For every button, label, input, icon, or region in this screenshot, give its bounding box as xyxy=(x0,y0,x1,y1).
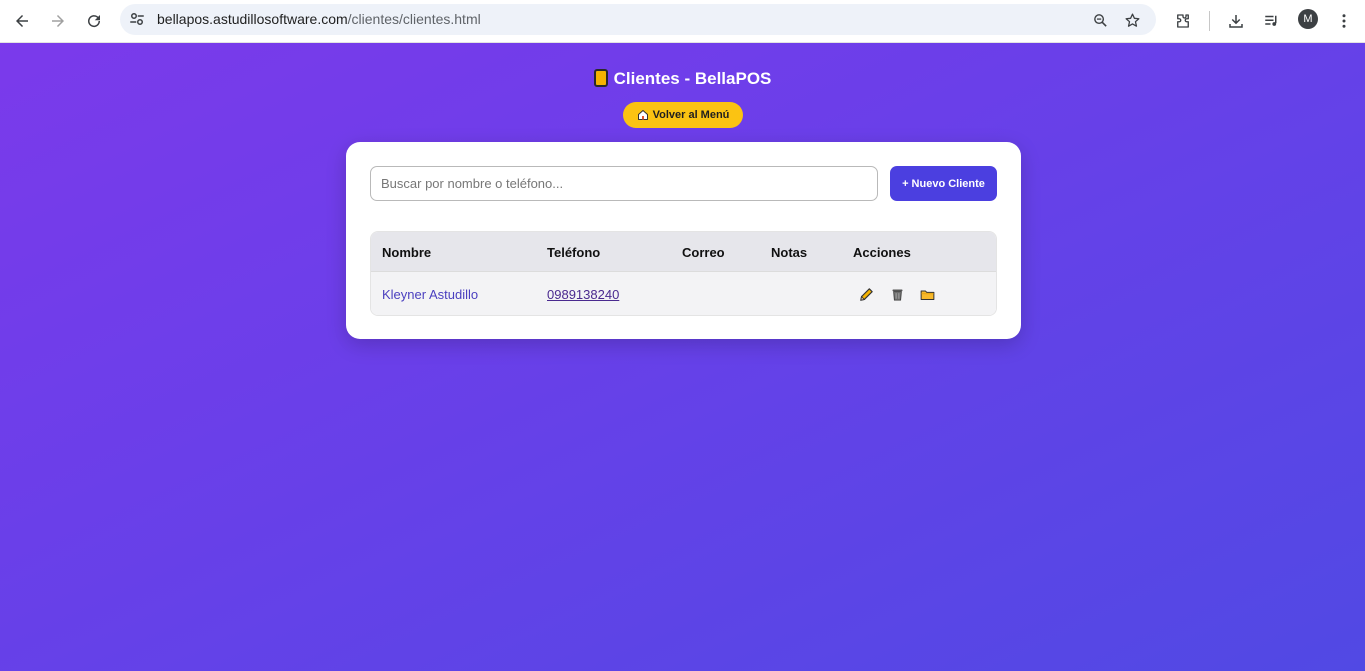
download-icon xyxy=(1229,15,1243,28)
trash-icon xyxy=(892,289,902,301)
clients-card: + Nuevo Cliente Nombre Teléfono Correo N… xyxy=(346,142,1021,339)
header-acciones: Acciones xyxy=(853,245,911,260)
browser-toolbar: bellapos.astudillosoftware.com/clientes/… xyxy=(0,0,1365,43)
header-telefono: Teléfono xyxy=(547,245,601,260)
client-folder-button[interactable] xyxy=(917,284,937,304)
clients-table: Nombre Teléfono Correo Notas Acciones Kl… xyxy=(370,231,997,316)
url-host: bellapos.astudillosoftware.com xyxy=(157,11,348,27)
header-nombre: Nombre xyxy=(382,245,432,260)
downloads-button[interactable] xyxy=(1223,8,1249,34)
star-icon xyxy=(1124,12,1140,27)
page-background: Clientes - BellaPOS Volver al Menú + Nue… xyxy=(0,43,1365,671)
forward-button[interactable] xyxy=(45,8,71,34)
table-header: Nombre Teléfono Correo Notas Acciones xyxy=(371,232,996,271)
extensions-icon xyxy=(1177,14,1189,28)
bookmark-button[interactable] xyxy=(1122,10,1142,30)
reload-button[interactable] xyxy=(81,8,107,34)
home-icon xyxy=(637,110,648,120)
folder-icon xyxy=(920,289,934,300)
extensions-button[interactable] xyxy=(1170,8,1196,34)
more-icon xyxy=(1342,14,1346,28)
address-bar[interactable]: bellapos.astudillosoftware.com/clientes/… xyxy=(120,4,1156,35)
search-input[interactable] xyxy=(370,166,878,201)
new-client-button[interactable]: + Nuevo Cliente xyxy=(890,166,997,201)
zoom-button[interactable] xyxy=(1090,10,1110,30)
url-text[interactable]: bellapos.astudillosoftware.com/clientes/… xyxy=(157,11,481,27)
page-title-text: Clientes - BellaPOS xyxy=(613,69,772,88)
toolbar-separator xyxy=(1209,11,1210,31)
forward-arrow-icon xyxy=(52,15,64,27)
back-arrow-icon xyxy=(16,15,28,27)
back-to-menu-button[interactable]: Volver al Menú xyxy=(623,102,743,128)
zoom-icon xyxy=(1093,13,1107,27)
more-menu-button[interactable] xyxy=(1331,8,1357,34)
table-row: Kleyner Astudillo 0989138240 xyxy=(371,271,996,315)
client-name: Kleyner Astudillo xyxy=(382,287,479,302)
ledger-icon xyxy=(593,69,608,87)
delete-client-button[interactable] xyxy=(887,284,907,304)
back-button[interactable] xyxy=(9,8,35,34)
page-title: Clientes - BellaPOS xyxy=(0,69,1365,89)
header-notas: Notas xyxy=(771,245,808,260)
client-phone-link[interactable]: 0989138240 xyxy=(547,287,619,302)
pencil-icon xyxy=(859,287,873,301)
header-correo: Correo xyxy=(682,245,725,260)
media-button[interactable] xyxy=(1259,8,1285,34)
site-settings-icon[interactable] xyxy=(128,10,146,28)
back-to-menu-label: Volver al Menú xyxy=(652,109,730,121)
url-path: /clientes/clientes.html xyxy=(347,11,481,27)
media-icon xyxy=(1265,15,1277,26)
profile-avatar[interactable]: M xyxy=(1298,9,1318,29)
edit-client-button[interactable] xyxy=(856,284,876,304)
reload-icon xyxy=(88,15,101,28)
